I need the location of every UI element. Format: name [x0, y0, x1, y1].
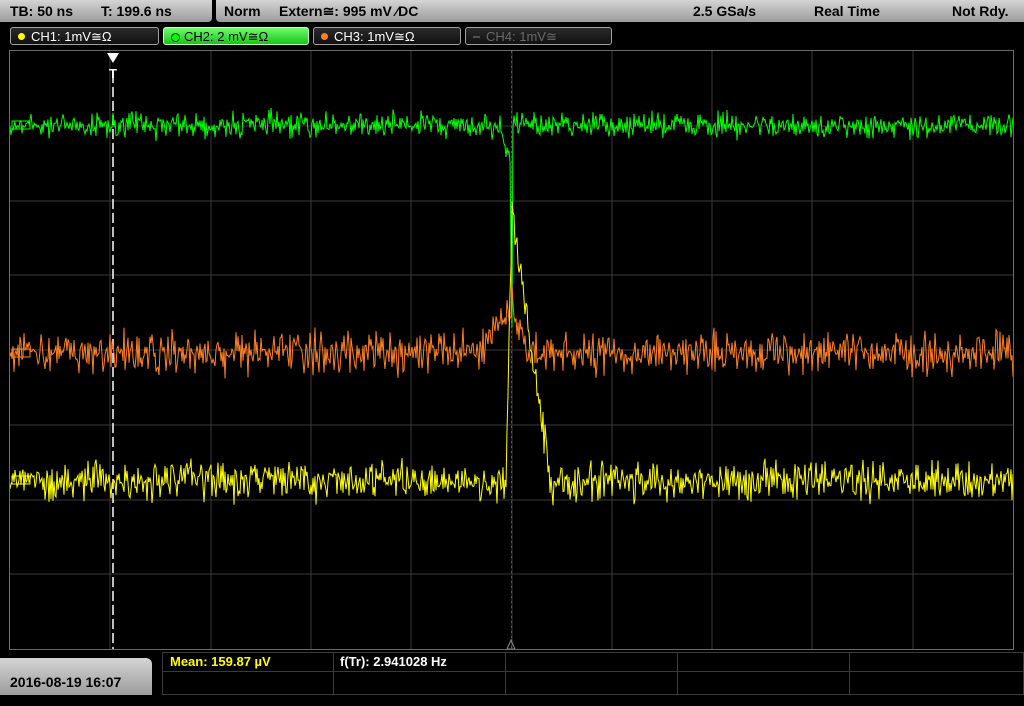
trigger-time-label[interactable]: T: 199.6 ns	[101, 0, 172, 22]
status-label: Not Rdy.	[952, 3, 1009, 19]
measurement-cell-6[interactable]	[162, 671, 334, 695]
channel-4-color-dot	[473, 36, 480, 38]
trigger-marker-glyph: T	[109, 66, 117, 81]
measurement-cell-7[interactable]	[333, 671, 506, 695]
channel-3-button[interactable]: CH3: 1mV≅Ω	[313, 27, 461, 45]
measurement-cell-10[interactable]	[849, 671, 1024, 695]
trigger-panel[interactable]: Norm Extern≅: 995 mV ⁄DC 2.5 GSa/s Real …	[216, 0, 1024, 22]
status-bar: TB: 50 ns T: 199.6 ns Norm Extern≅: 995 …	[0, 0, 1024, 25]
datetime-panel: 2016-08-19 16:07	[0, 658, 152, 695]
measurement-cell-9[interactable]	[677, 671, 850, 695]
channel-1-label: CH1: 1mV≅Ω	[31, 29, 112, 44]
trigger-source-label[interactable]: Extern≅: 995 mV ⁄DC	[279, 0, 418, 22]
frequency-measurement: f(Tr): 2.941028 Hz	[340, 654, 447, 669]
measurement-cell-4[interactable]	[677, 652, 850, 672]
channel-bar: CH1: 1mV≅Ω CH2: 2 mV≅Ω CH3: 1mV≅Ω CH4: 1…	[0, 25, 1024, 49]
channel-2-color-dot	[171, 33, 180, 42]
measurement-bar: 2016-08-19 16:07 Mean: 159.87 µV f(Tr): …	[0, 652, 1024, 695]
measurement-cell-5[interactable]	[849, 652, 1024, 672]
trigger-position-marker-icon	[107, 53, 119, 63]
trigger-mode-label[interactable]: Norm	[224, 0, 261, 22]
measurement-grid: Mean: 159.87 µV f(Tr): 2.941028 Hz	[162, 652, 1024, 695]
timebase-panel[interactable]: TB: 50 ns T: 199.6 ns	[0, 0, 212, 22]
channel-2-button[interactable]: CH2: 2 mV≅Ω	[163, 27, 309, 45]
channel-3-color-dot	[321, 33, 328, 40]
mean-measurement: Mean: 159.87 µV	[170, 654, 271, 669]
waveform-display[interactable]: T	[9, 50, 1014, 650]
datetime-label: 2016-08-19 16:07	[10, 674, 122, 690]
measurement-cell-8[interactable]	[505, 671, 678, 695]
measurement-cell-3[interactable]	[505, 652, 678, 672]
channel-4-button[interactable]: CH4: 1mV≅	[465, 27, 612, 45]
sample-rate-label[interactable]: 2.5 GSa/s	[693, 0, 756, 22]
channel-1-button[interactable]: CH1: 1mV≅Ω	[10, 27, 159, 45]
channel-1-color-dot	[18, 33, 25, 40]
waveform-canvas[interactable]: T	[10, 51, 1013, 649]
acquisition-mode-label[interactable]: Real Time	[814, 0, 880, 22]
channel-3-label: CH3: 1mV≅Ω	[334, 29, 415, 44]
channel-4-label: CH4: 1mV≅	[486, 29, 557, 44]
timebase-label[interactable]: TB: 50 ns	[10, 0, 73, 22]
channel-2-label: CH2: 2 mV≅Ω	[184, 29, 269, 44]
